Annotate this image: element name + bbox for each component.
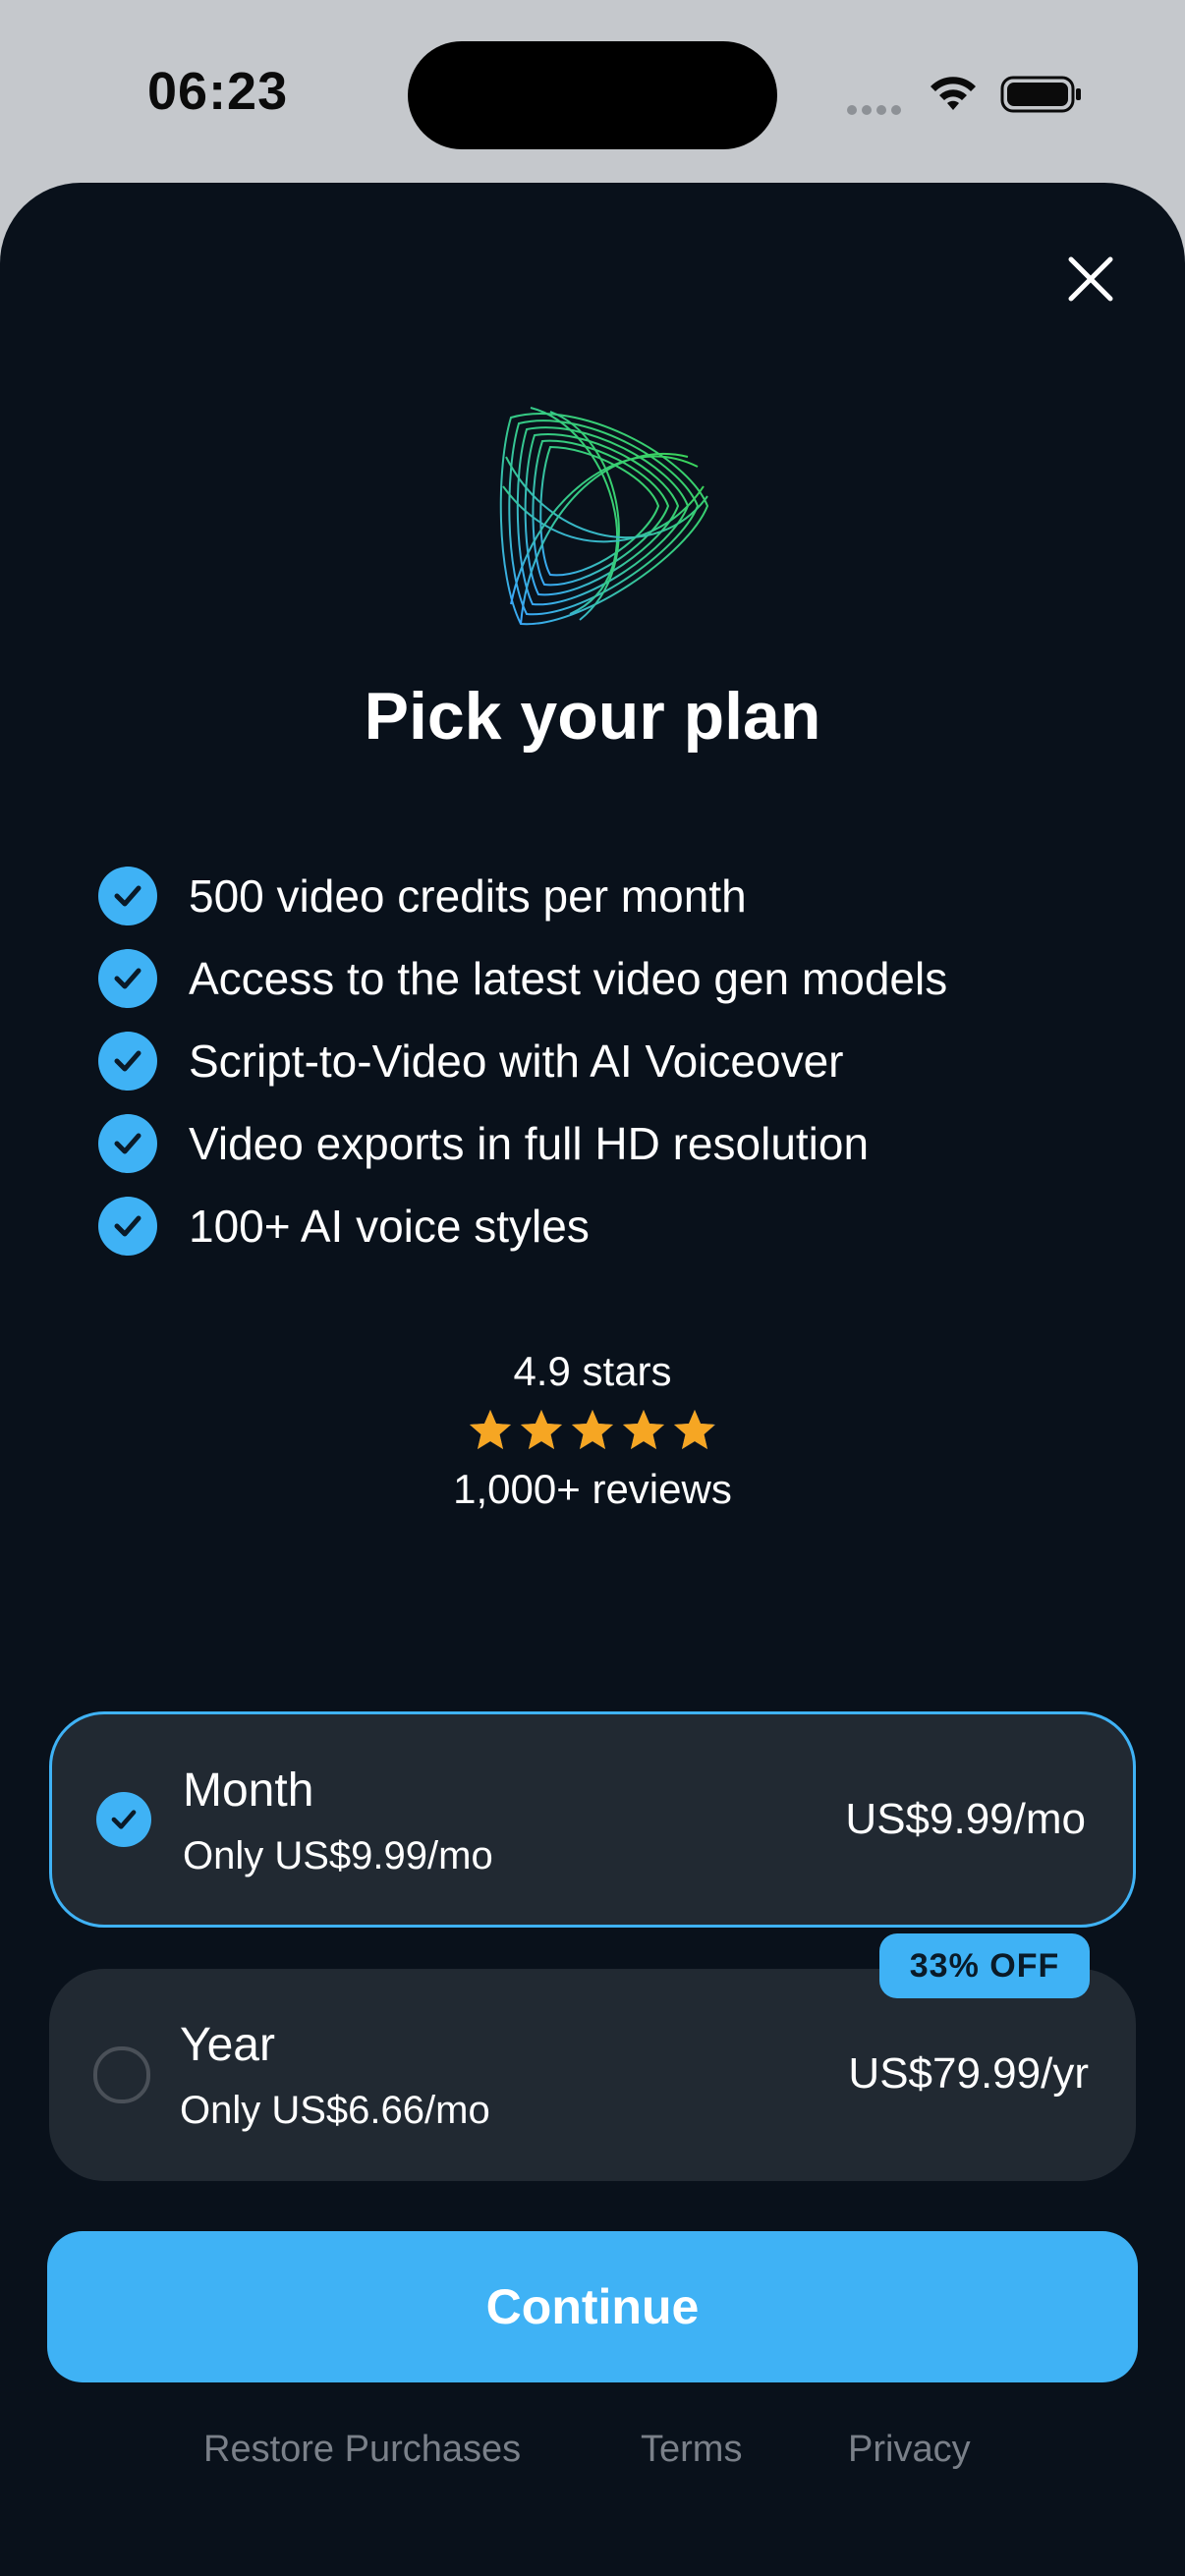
restore-purchases-link[interactable]: Restore Purchases bbox=[203, 2429, 521, 2471]
rating-block: 4.9 stars 1,000+ reviews bbox=[0, 1348, 1185, 1513]
feature-text: Script-to-Video with AI Voiceover bbox=[189, 1036, 844, 1087]
star-icon bbox=[521, 1410, 562, 1449]
checkmark-icon bbox=[98, 1032, 157, 1091]
feature-item: Video exports in full HD resolution bbox=[98, 1102, 947, 1185]
plan-option-month[interactable]: Month Only US$9.99/mo US$9.99/mo bbox=[49, 1711, 1136, 1928]
feature-item: 500 video credits per month bbox=[98, 855, 947, 937]
feature-text: Access to the latest video gen models bbox=[189, 953, 948, 1004]
rating-reviews: 1,000+ reviews bbox=[453, 1466, 732, 1512]
checkmark-icon bbox=[98, 1114, 157, 1173]
continue-button[interactable]: Continue bbox=[47, 2231, 1138, 2382]
status-time: 06:23 bbox=[147, 62, 289, 121]
plan-subtitle: Only US$6.66/mo bbox=[180, 2089, 490, 2132]
radio-unselected-icon bbox=[93, 2046, 150, 2103]
feature-text: Video exports in full HD resolution bbox=[189, 1118, 870, 1169]
star-rating bbox=[0, 1407, 1185, 1454]
checkmark-icon bbox=[98, 949, 157, 1008]
feature-item: 100+ AI voice styles bbox=[98, 1185, 947, 1267]
feature-item: Script-to-Video with AI Voiceover bbox=[98, 1020, 947, 1102]
battery-icon bbox=[1000, 76, 1081, 113]
close-icon[interactable] bbox=[1061, 250, 1120, 308]
plan-price: US$79.99/yr bbox=[848, 2049, 1089, 2098]
dynamic-island bbox=[408, 41, 777, 149]
status-bar: 06:23 bbox=[0, 0, 1185, 187]
privacy-link[interactable]: Privacy bbox=[848, 2429, 971, 2471]
checkmark-icon bbox=[98, 1197, 157, 1256]
wifi-icon bbox=[931, 77, 976, 110]
page-title: Pick your plan bbox=[364, 679, 821, 754]
plan-subtitle: Only US$9.99/mo bbox=[183, 1834, 493, 1877]
feature-item: Access to the latest video gen models bbox=[98, 937, 947, 1020]
feature-text: 100+ AI voice styles bbox=[189, 1201, 590, 1252]
feature-text: 500 video credits per month bbox=[189, 870, 747, 922]
discount-badge: 33% OFF bbox=[879, 1933, 1090, 1998]
feature-list: 500 video credits per month Access to th… bbox=[98, 855, 947, 1267]
star-icon bbox=[572, 1410, 613, 1449]
plan-option-year[interactable]: Year Only US$6.66/mo US$79.99/yr bbox=[49, 1969, 1136, 2181]
cellular-signal-icon bbox=[847, 102, 906, 120]
terms-link[interactable]: Terms bbox=[641, 2429, 742, 2471]
star-icon bbox=[674, 1410, 715, 1449]
plan-name: Month bbox=[183, 1764, 314, 1817]
star-icon bbox=[623, 1410, 664, 1449]
app-logo bbox=[499, 407, 709, 626]
plan-price: US$9.99/mo bbox=[845, 1795, 1086, 1843]
selected-check-icon bbox=[96, 1792, 151, 1847]
checkmark-icon bbox=[98, 867, 157, 925]
plan-name: Year bbox=[180, 2019, 275, 2071]
star-icon bbox=[470, 1410, 511, 1449]
rating-score: 4.9 stars bbox=[513, 1348, 672, 1394]
